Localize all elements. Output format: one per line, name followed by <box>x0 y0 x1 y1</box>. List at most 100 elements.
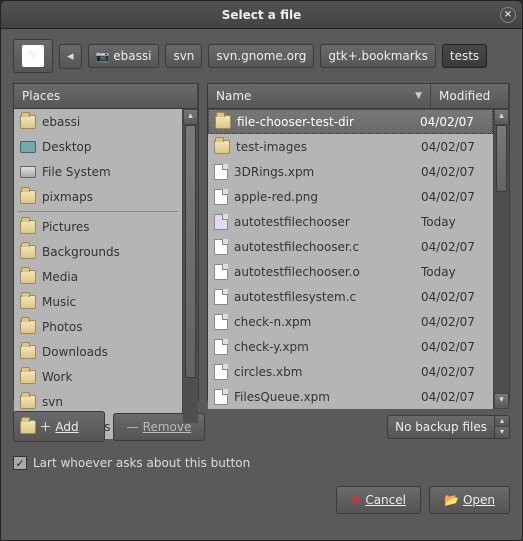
titlebar[interactable]: Select a file × <box>1 1 522 29</box>
lart-checkbox-label: Lart whoever asks about this button <box>33 456 250 470</box>
places-item[interactable]: ebassi <box>14 109 182 134</box>
file-name: apple-red.png <box>234 190 415 204</box>
file-name: check-n.xpm <box>234 315 415 329</box>
file-name: check-y.xpm <box>234 340 415 354</box>
folder-icon <box>20 245 36 259</box>
open-button[interactable]: 📂 Open <box>429 486 510 514</box>
file-modified: 04/02/07 <box>421 165 487 179</box>
path-segment-3[interactable]: gtk+.bookmarks <box>320 44 436 68</box>
places-item-label: Work <box>42 370 176 384</box>
places-item[interactable]: Photos <box>14 314 182 339</box>
window-title: Select a file <box>222 8 301 22</box>
file-modified: Today <box>421 265 487 279</box>
chevron-up-icon[interactable]: ▴ <box>495 416 509 428</box>
places-list[interactable]: ebassi Desktop File System pixmaps Pictures B… <box>14 109 182 439</box>
chevron-left-icon: ◂ <box>67 49 74 64</box>
path-segment-0[interactable]: 📷 ebassi <box>88 44 160 68</box>
folder-icon <box>20 115 36 129</box>
file-icon <box>214 239 228 255</box>
folder-icon <box>20 345 36 359</box>
lart-checkbox[interactable]: ✓ <box>13 456 27 470</box>
file-name: file-chooser-test-dir <box>237 115 414 129</box>
file-modified: 04/02/07 <box>421 290 487 304</box>
sort-desc-icon: ▼ <box>415 91 422 101</box>
folder-icon <box>20 190 36 204</box>
file-modified: 04/02/07 <box>421 140 487 154</box>
file-modified: 04/02/07 <box>420 115 486 129</box>
file-row[interactable]: 3DRings.xpm 04/02/07 <box>208 159 493 184</box>
file-name: FilesQueue.xpm <box>234 390 415 404</box>
column-header-modified[interactable]: Modified <box>431 84 509 108</box>
file-modified: 04/02/07 <box>421 315 487 329</box>
file-name: autotestfilechooser <box>234 215 415 229</box>
path-back-button[interactable]: ◂ <box>59 44 82 69</box>
column-header-name[interactable]: Name ▼ <box>208 84 431 108</box>
places-item[interactable]: Desktop <box>14 134 182 159</box>
scroll-up-icon[interactable]: ▴ <box>494 109 509 125</box>
plus-icon: ＋ <box>39 418 51 435</box>
file-icon <box>214 189 228 205</box>
file-row[interactable]: FilesQueue.xpm04/02/07 <box>208 384 493 409</box>
places-item-label: Media <box>42 270 176 284</box>
pencil-icon: ✎ <box>22 45 44 67</box>
file-row[interactable]: check-n.xpm 04/02/07 <box>208 309 493 334</box>
places-item[interactable]: Work <box>14 364 182 389</box>
separator <box>18 211 178 212</box>
file-row[interactable]: autotestfilechooserToday <box>208 209 493 234</box>
places-item-label: svn <box>42 395 176 409</box>
file-row[interactable]: check-y.xpm 04/02/07 <box>208 334 493 359</box>
file-row[interactable]: test-images 04/02/07 <box>208 134 493 159</box>
file-name: 3DRings.xpm <box>234 165 415 179</box>
file-row[interactable]: autotestfilesystem.c04/02/07 <box>208 284 493 309</box>
file-modified: 04/02/07 <box>421 365 487 379</box>
file-row[interactable]: circles.xbm 04/02/07 <box>208 359 493 384</box>
places-item[interactable]: Media <box>14 264 182 289</box>
path-segment-1[interactable]: svn <box>165 44 202 68</box>
folder-icon <box>20 295 36 309</box>
file-row[interactable]: file-chooser-test-dir 04/02/07 <box>208 109 493 134</box>
file-row[interactable]: apple-red.png04/02/07 <box>208 184 493 209</box>
places-item-label: ebassi <box>42 115 176 129</box>
filter-combo[interactable]: No backup files ▴ ▾ <box>387 415 510 439</box>
file-name: circles.xbm <box>234 365 415 379</box>
file-icon <box>214 339 228 355</box>
scroll-up-icon[interactable]: ▴ <box>183 109 198 125</box>
open-icon: 📂 <box>444 493 459 507</box>
desktop-icon <box>20 141 36 153</box>
places-scrollbar[interactable]: ▴ ▾ <box>182 109 198 439</box>
places-item[interactable]: Backgrounds <box>14 239 182 264</box>
close-icon[interactable]: × <box>500 7 516 23</box>
places-item[interactable]: Downloads <box>14 339 182 364</box>
home-icon: 📷 <box>96 50 110 63</box>
file-name: autotestfilechooser.c <box>234 240 415 254</box>
files-list[interactable]: file-chooser-test-dir04/02/07test-images… <box>208 109 493 409</box>
folder-icon <box>20 270 36 284</box>
folder-icon <box>20 370 36 384</box>
chevron-down-icon[interactable]: ▾ <box>495 427 509 438</box>
path-segment-2[interactable]: svn.gnome.org <box>208 44 314 68</box>
path-segment-4[interactable]: tests <box>442 44 487 68</box>
places-item[interactable]: Music <box>14 289 182 314</box>
places-item-label: pixmaps <box>42 190 176 204</box>
files-scrollbar[interactable]: ▴ ▾ <box>493 109 509 409</box>
file-icon <box>214 389 228 405</box>
minus-icon: — <box>127 420 139 434</box>
scroll-down-icon[interactable]: ▾ <box>494 393 509 409</box>
places-item-label: Backgrounds <box>42 245 176 259</box>
location-toggle-button[interactable]: ✎ <box>13 39 53 73</box>
places-header[interactable]: Places <box>14 84 198 108</box>
file-row[interactable]: autotestfilechooser.oToday <box>208 259 493 284</box>
places-panel: Places ebassi Desktop File System pixmaps Pi… <box>13 83 199 401</box>
cancel-icon: ✖ <box>351 493 361 507</box>
places-item-label: File System <box>42 165 176 179</box>
places-item[interactable]: Pictures <box>14 214 182 239</box>
file-name: test-images <box>236 140 415 154</box>
places-item-label: Photos <box>42 320 176 334</box>
exec-icon <box>214 214 228 230</box>
file-modified: 04/02/07 <box>421 340 487 354</box>
cancel-button[interactable]: ✖ Cancel <box>336 486 421 514</box>
file-row[interactable]: autotestfilechooser.c04/02/07 <box>208 234 493 259</box>
places-item[interactable]: File System <box>14 159 182 184</box>
places-item[interactable]: pixmaps <box>14 184 182 209</box>
file-icon <box>214 264 228 280</box>
